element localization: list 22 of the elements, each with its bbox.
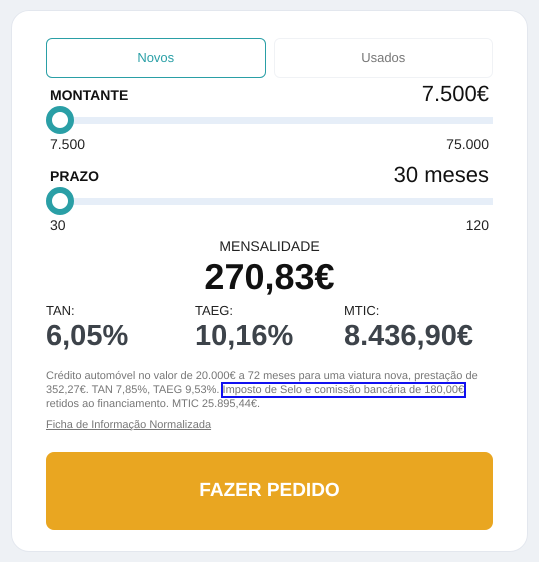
rate-label: MTIC: (344, 302, 380, 320)
monthly-label: MENSALIDADE (218, 237, 321, 256)
slider-max: 75.000 (446, 135, 489, 154)
info-sheet-link[interactable]: Ficha de Informação Normalizada (46, 418, 212, 431)
slider-thumb[interactable] (46, 106, 74, 134)
monthly-amount: 270,83€ (204, 257, 335, 297)
disclaimer-text: Crédito automóvel no valor de 20.000€ a 72 meses para uma viatura nova, prestação de 352,27€. TAN 7,85%, TAEG 9,53%. Imposto de Selo e comissão bancária de 180,00€ retidos ao financiamento. MTIC 25.895,44€. (46, 368, 479, 412)
slider-value: 7.500€ (422, 82, 489, 106)
slider-value: 30 meses (394, 163, 489, 188)
slider-max: 120 (466, 216, 489, 236)
slider-min: 30 (50, 216, 66, 236)
rate-value: 10,16% (194, 320, 294, 353)
tab[interactable]: Usados (274, 38, 493, 78)
slider-min: 7.500 (50, 135, 86, 154)
rate-label: TAN: (46, 302, 76, 320)
slider-thumb[interactable] (46, 187, 74, 216)
rate-value: 8.436,90€ (344, 320, 473, 353)
slider-label: MONTANTE (50, 86, 128, 106)
tab[interactable]: Novos (46, 38, 266, 78)
rate-value: 6,05% (46, 320, 128, 353)
slider-label: PRAZO (50, 167, 99, 186)
rate-label: TAEG: (194, 302, 234, 320)
